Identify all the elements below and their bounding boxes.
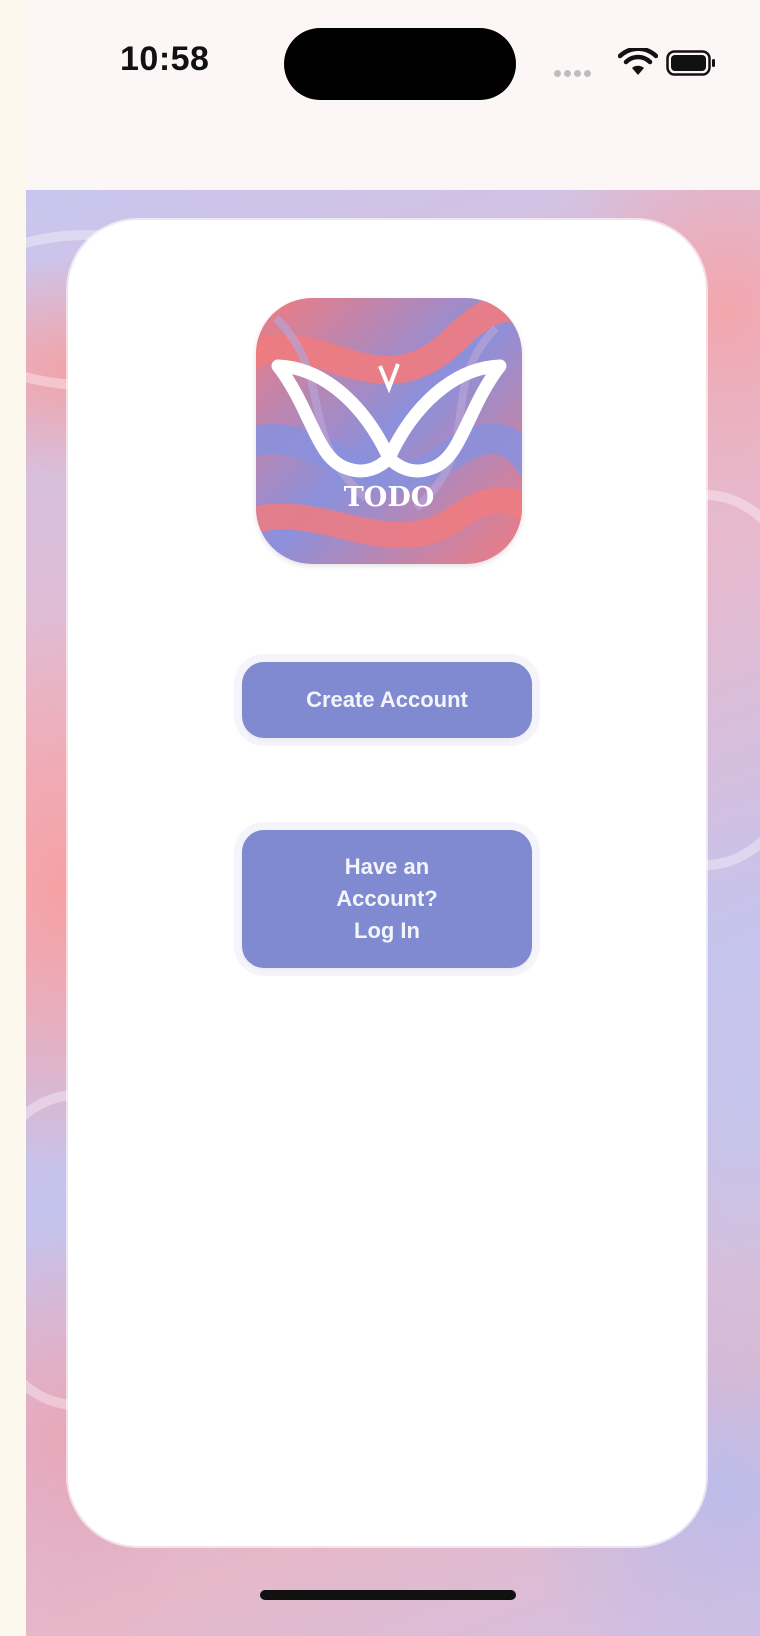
battery-icon <box>666 50 715 76</box>
phone-frame: 10:58 TODO Create Account Have an Accoun… <box>26 0 760 1636</box>
screen: 10:58 TODO Create Account Have an Accoun… <box>0 0 760 1636</box>
signal-dots-icon <box>554 70 598 78</box>
create-account-button[interactable]: Create Account <box>242 662 532 738</box>
dynamic-island <box>284 28 516 100</box>
log-in-label-line2: Account? <box>336 886 438 911</box>
log-in-label-line1: Have an <box>344 854 430 879</box>
create-account-label: Create Account <box>306 687 468 712</box>
log-in-label-line3: Log In <box>354 918 420 943</box>
app-logo: TODO <box>256 298 522 564</box>
log-in-button[interactable]: Have an Account? Log In <box>242 830 532 968</box>
logo-text: TODO <box>344 482 435 513</box>
status-time: 10:58 <box>120 40 210 78</box>
marbled-background: TODO Create Account Have an Account? Log… <box>26 190 760 1636</box>
status-bar: 10:58 <box>26 0 760 120</box>
home-indicator[interactable] <box>260 1590 516 1600</box>
butterfly-logo-icon: TODO <box>256 298 522 564</box>
wifi-icon <box>618 48 658 75</box>
welcome-card: TODO Create Account Have an Account? Log… <box>68 220 706 1546</box>
